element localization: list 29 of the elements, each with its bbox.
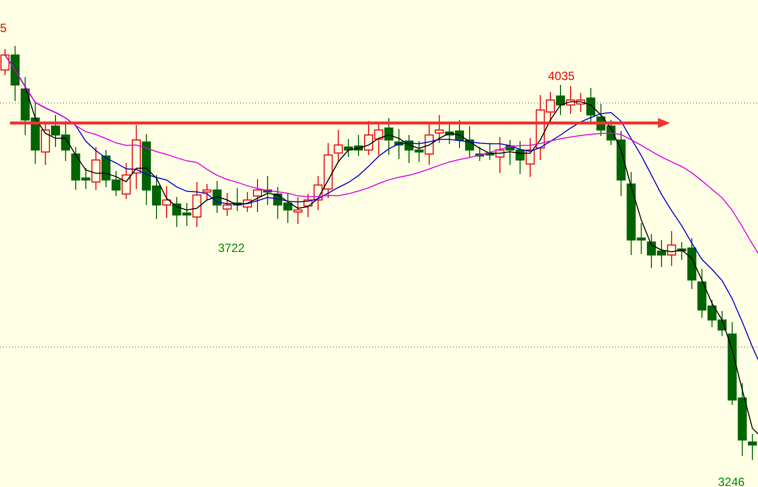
price-label: 5 [0,21,7,35]
candlestick [506,140,514,166]
candlestick [40,122,50,166]
candlestick [283,192,292,224]
candlestick [394,128,404,160]
candlestick [232,188,242,212]
candlestick [516,140,525,174]
candlestick [273,186,282,220]
candlestick [172,196,182,228]
candlestick [293,196,302,224]
candlestick [455,120,464,148]
candlestick [657,240,666,268]
candlestick [162,186,172,218]
candlestick [61,120,70,162]
candlestick [646,234,656,268]
price-label: 4035 [548,69,575,83]
price-label: 3722 [218,241,245,255]
candlestick [596,104,606,136]
candlestick [30,102,40,164]
candlestick [51,114,60,148]
price-label: 3246 [718,475,745,487]
candlestick [556,84,565,116]
candlestick [444,124,454,144]
candlestick [20,76,30,136]
candlestick [384,118,394,156]
candlestick [222,192,232,216]
candlestick [404,134,414,164]
candlestick [263,176,272,206]
candlestick [374,122,384,156]
